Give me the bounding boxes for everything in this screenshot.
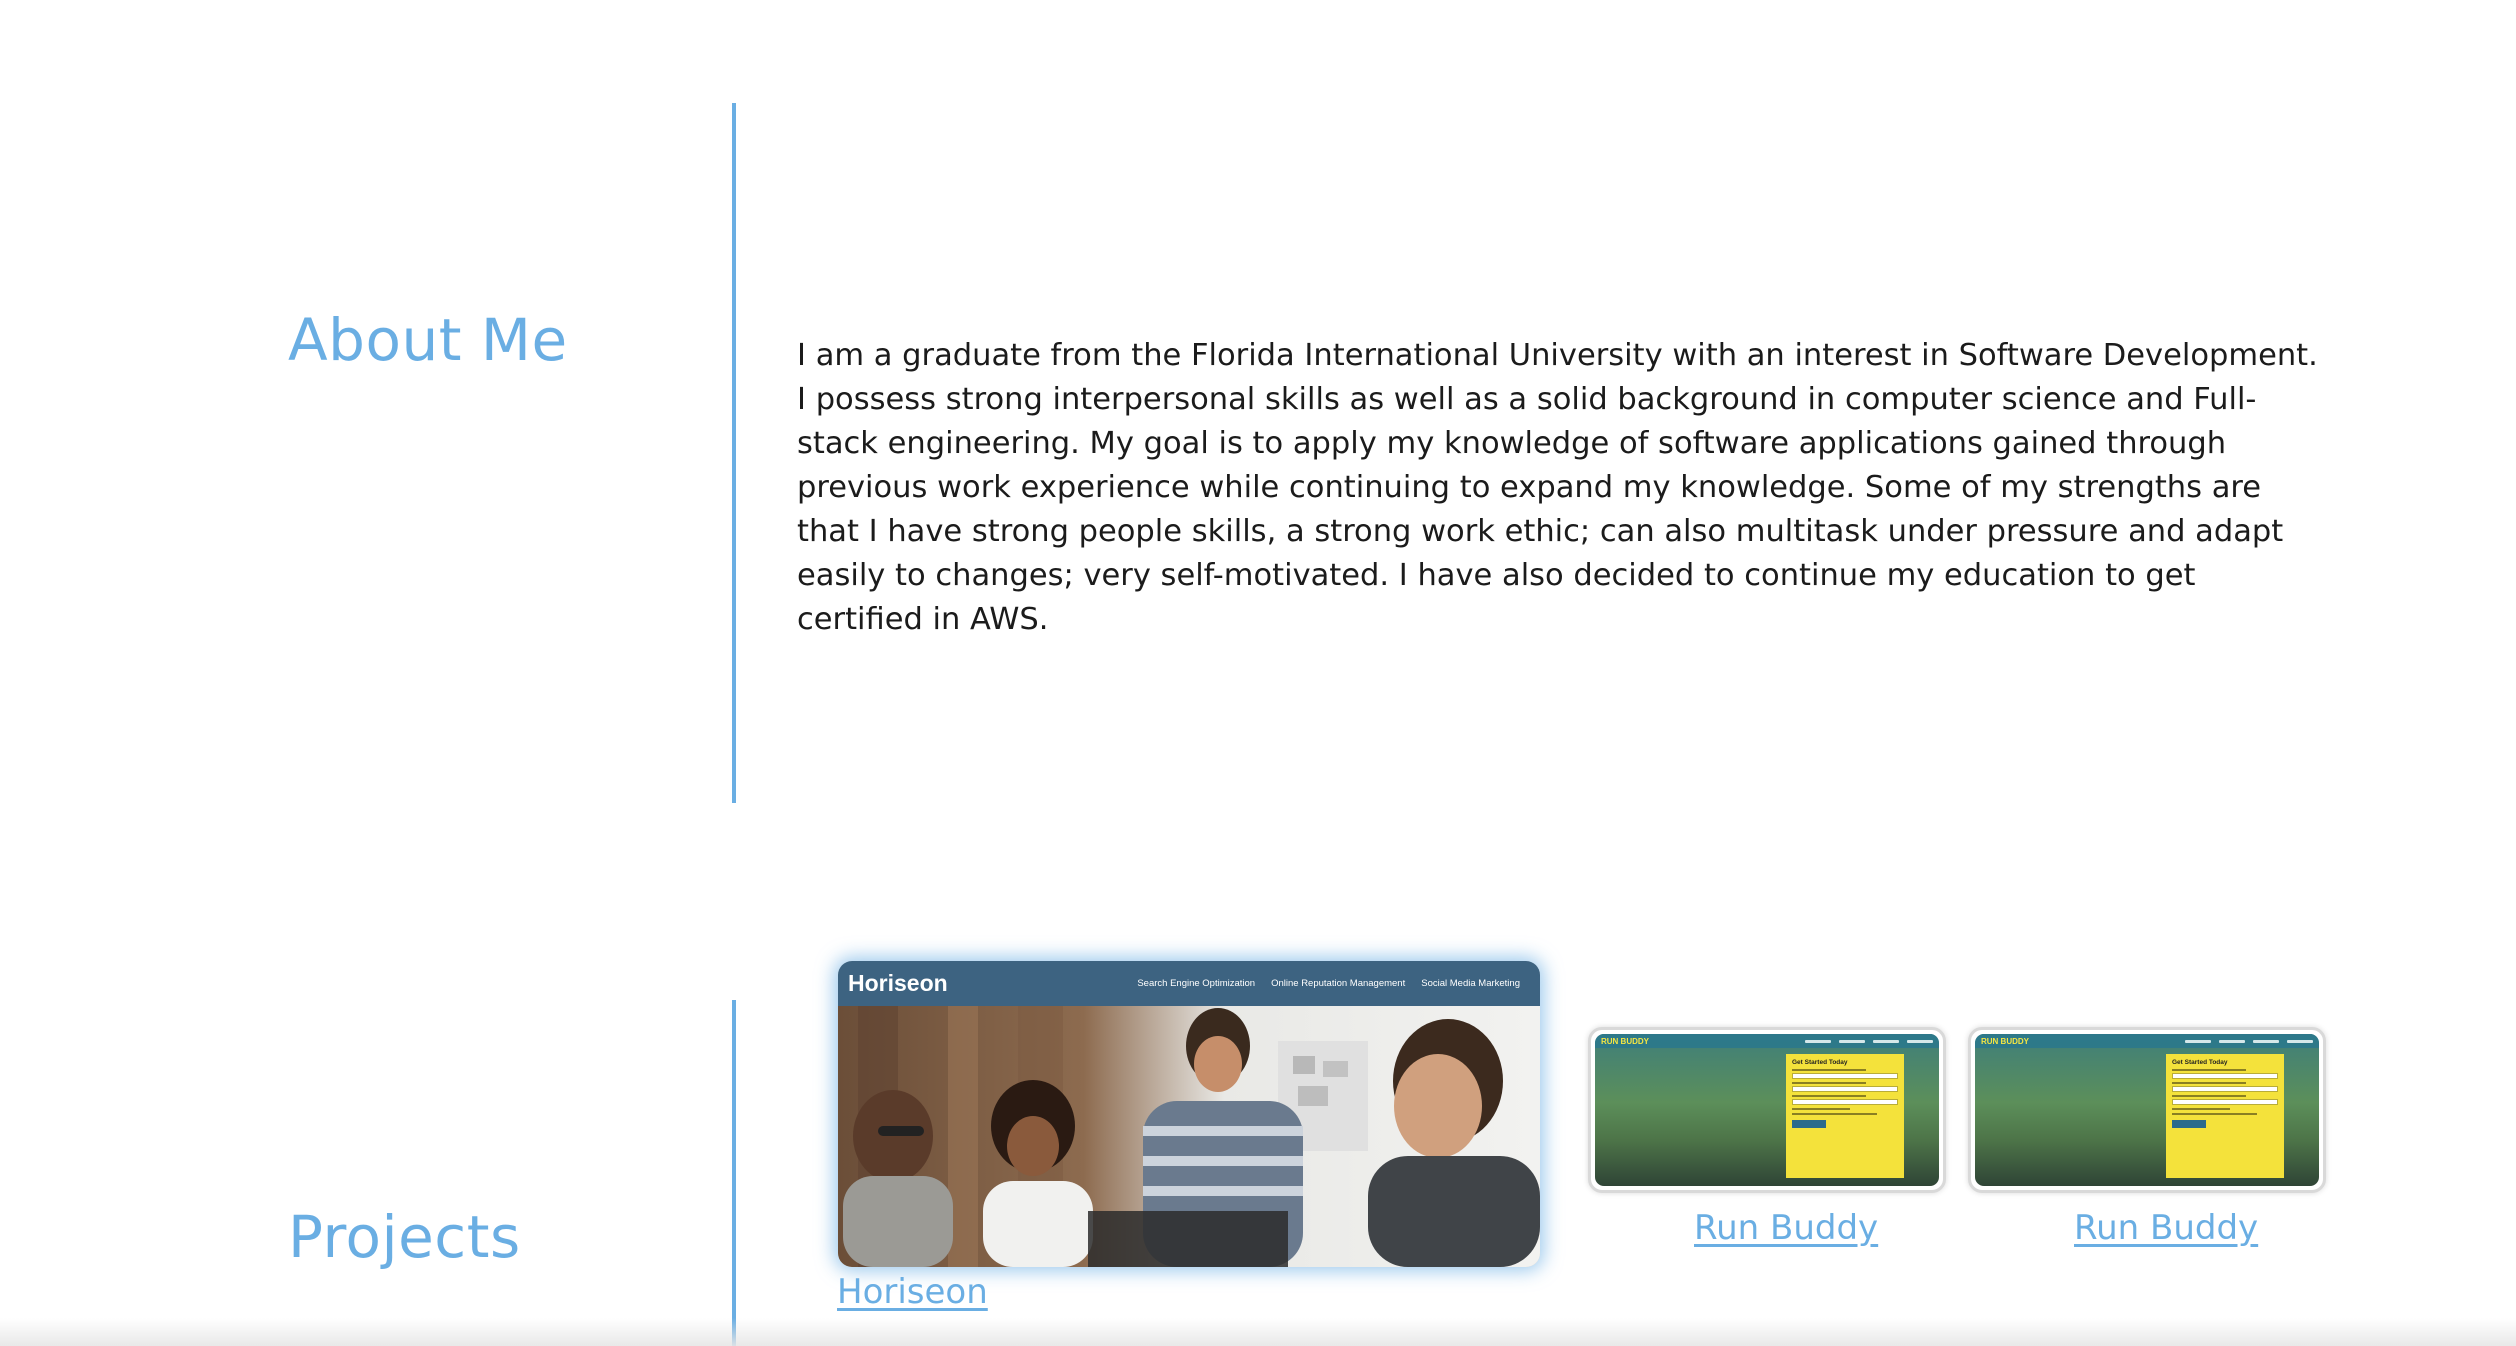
projects-heading: Projects xyxy=(288,1203,521,1271)
run-buddy-link[interactable]: Run Buddy xyxy=(1694,1208,1878,1248)
projects-divider xyxy=(732,1000,736,1346)
run-buddy-screenshot: RUN BUDDY Get Started Today xyxy=(1975,1034,2319,1186)
horiseon-hero-photo xyxy=(838,1006,1540,1267)
run-buddy-form: Get Started Today xyxy=(1786,1054,1904,1178)
run-buddy-form: Get Started Today xyxy=(2166,1054,2284,1178)
run-buddy-project-image-2[interactable]: RUN BUDDY Get Started Today xyxy=(1968,1027,2326,1193)
horiseon-link[interactable]: Horiseon xyxy=(837,1272,988,1312)
about-me-text: I am a graduate from the Florida Interna… xyxy=(797,338,2318,637)
horiseon-logo: Horiseon xyxy=(848,970,948,996)
run-buddy-screenshot: RUN BUDDY Get Started Today xyxy=(1595,1034,1939,1186)
about-divider xyxy=(732,103,736,803)
run-buddy-link-2[interactable]: Run Buddy xyxy=(2074,1208,2258,1248)
horiseon-nav-item: Search Engine Optimization xyxy=(1137,978,1256,989)
horiseon-header: Horiseon Search Engine Optimization Onli… xyxy=(838,961,1540,1006)
portfolio-page: About Me I am a graduate from the Florid… xyxy=(0,0,2516,1346)
run-buddy-logo: RUN BUDDY xyxy=(1601,1036,1649,1046)
run-buddy-project-image[interactable]: RUN BUDDY Get Started Today xyxy=(1588,1027,1946,1193)
horiseon-nav-item: Online Reputation Management xyxy=(1271,978,1406,989)
run-buddy-logo: RUN BUDDY xyxy=(1981,1036,2029,1046)
about-me-heading: About Me xyxy=(288,306,568,374)
bottom-shadow xyxy=(0,1318,2516,1346)
team-meeting-photo xyxy=(838,1006,1540,1267)
horiseon-project-image[interactable]: Horiseon Search Engine Optimization Onli… xyxy=(838,961,1540,1267)
horiseon-nav-item: Social Media Marketing xyxy=(1421,978,1520,989)
